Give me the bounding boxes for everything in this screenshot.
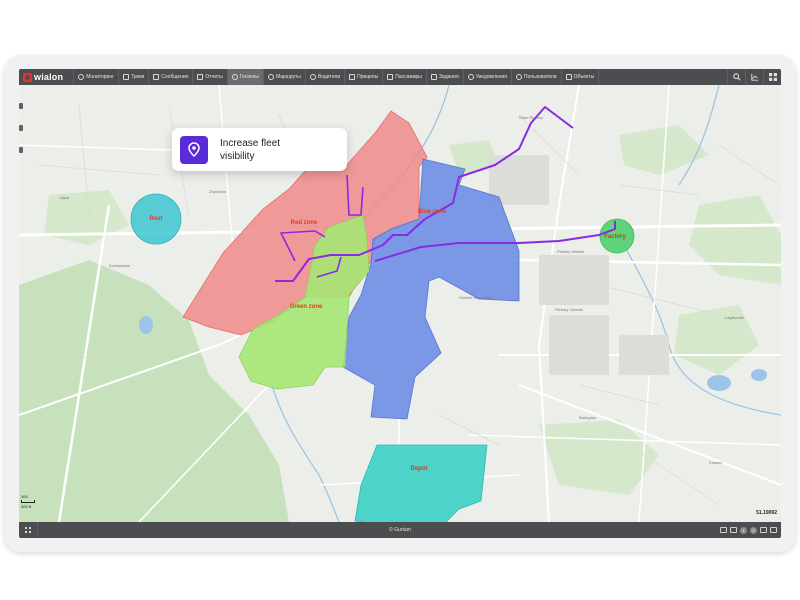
nav-item-reports[interactable]: Отчеты	[193, 69, 228, 85]
document-icon	[153, 74, 160, 80]
logo-text: wialon	[34, 72, 64, 82]
search-icon	[732, 73, 741, 81]
nav-item-passengers[interactable]: Пассажиры	[383, 69, 427, 85]
nav-item-trailers[interactable]: Прицепы	[345, 69, 384, 85]
nav-item-label: Водители	[317, 74, 341, 80]
zoom-in-icon[interactable]	[19, 103, 23, 109]
grid-menu-icon	[25, 527, 31, 533]
wialon-logo-icon	[23, 72, 32, 82]
vehicle-icon	[565, 74, 572, 80]
nav-item-label: Задания	[438, 74, 459, 80]
nav-item-label: Геозоны	[239, 74, 259, 80]
layers-icon[interactable]	[730, 527, 737, 533]
flag-icon	[122, 74, 129, 80]
nav-item-notifications[interactable]: Уведомления	[464, 69, 512, 85]
nav-item-monitoring[interactable]: Мониторинг	[74, 69, 119, 85]
nav-item-label: Прицепы	[357, 74, 379, 80]
nav-item-users[interactable]: Пользователи	[512, 69, 562, 85]
nav-item-label: Пользователи	[523, 74, 557, 80]
globe-icon	[78, 74, 85, 80]
nav-item-label: Отчеты	[205, 74, 223, 80]
bottom-status-bar: © Gurtam 1 2	[19, 522, 781, 538]
place-label: Barłogów	[579, 415, 596, 420]
coordinates-readout: 51.19092	[756, 510, 777, 516]
copyright-text: © Gurtam	[389, 527, 411, 533]
passenger-icon	[387, 74, 394, 80]
place-label: Piekary Osiedle	[555, 307, 584, 312]
notification-icon	[467, 74, 474, 80]
zone-label-factory: Factory	[604, 234, 626, 240]
task-icon	[430, 74, 437, 80]
chart-button[interactable]	[745, 69, 763, 85]
zone-label-green: Green zone	[289, 304, 323, 310]
top-right-tools	[727, 69, 781, 85]
device-frame: wialon Мониторинг Треки Сообщения Отчеты…	[4, 55, 796, 552]
users-icon	[515, 74, 522, 80]
nav-item-tracks[interactable]: Треки	[119, 69, 150, 85]
callout-icon-box	[180, 135, 208, 164]
place-label: Piekary Wielkie	[557, 249, 585, 254]
zone-label-blue: Blue zone	[417, 209, 447, 215]
place-label: Kurdwanów	[109, 263, 130, 268]
map-canvas[interactable]: Stare Piekary Piekary Wielkie Piekary Os…	[19, 85, 781, 522]
scale-label-top: 300	[21, 494, 28, 499]
ruler-icon[interactable]	[19, 147, 23, 153]
location-pin-icon	[188, 142, 200, 157]
notification-badge[interactable]: 1	[740, 526, 747, 534]
place-label: Stare Piekary	[519, 115, 544, 120]
nav-item-label: Пассажиры	[395, 74, 422, 80]
place-label: Kostrze	[709, 460, 723, 465]
nav-item-label: Маршруты	[275, 74, 301, 80]
callout-text: Increase fleet visibility	[220, 137, 281, 162]
place-label: Zbydniów	[209, 189, 227, 194]
chart-icon	[750, 73, 758, 81]
zone-label-rest: Rest	[149, 216, 163, 222]
driver-icon	[309, 74, 316, 80]
trailer-icon	[349, 74, 356, 80]
nav-item-label: Уведомления	[475, 74, 507, 80]
user-icon[interactable]	[770, 527, 777, 533]
bottom-right-tools: 1 2	[720, 526, 781, 534]
scale-label-bottom: 300 ft	[21, 504, 32, 509]
events-badge[interactable]: 2	[750, 526, 757, 534]
nav-item-label: Сообщения	[161, 74, 189, 80]
zone-label-red: Red zone	[290, 220, 318, 226]
search-button[interactable]	[727, 69, 745, 85]
messages-icon[interactable]	[720, 527, 727, 533]
apps-button[interactable]	[763, 69, 781, 85]
place-label: Osiedle Marszałka	[459, 295, 492, 300]
map-scale: 300 300 ft	[21, 493, 35, 510]
app-screen: wialon Мониторинг Треки Сообщения Отчеты…	[19, 69, 781, 538]
map-left-toolbar	[19, 103, 26, 153]
settings-icon[interactable]	[760, 527, 767, 533]
nav-item-geofences[interactable]: Геозоны	[227, 69, 264, 85]
nav-item-tasks[interactable]: Задания	[427, 69, 464, 85]
zoom-out-icon[interactable]	[19, 125, 23, 131]
map-layer	[19, 85, 781, 522]
report-icon	[197, 74, 204, 80]
nav-item-drivers[interactable]: Водители	[306, 69, 346, 85]
top-navigation-bar: wialon Мониторинг Треки Сообщения Отчеты…	[19, 69, 781, 85]
nav-item-messages[interactable]: Сообщения	[149, 69, 194, 85]
geofence-icon	[231, 74, 238, 80]
zone-label-depot: Depot	[410, 466, 428, 472]
nav-item-routes[interactable]: Маршруты	[264, 69, 306, 85]
place-label: Łagiewniki	[725, 315, 744, 320]
nav-item-units[interactable]: Объекты	[562, 69, 600, 85]
nav-item-label: Мониторинг	[86, 74, 114, 80]
menu-button[interactable]	[19, 522, 38, 538]
app-logo[interactable]: wialon	[19, 69, 75, 85]
nav-item-label: Треки	[130, 74, 145, 80]
nav-item-label: Объекты	[573, 74, 595, 80]
route-icon	[267, 74, 274, 80]
place-label: Ujazd	[59, 195, 70, 200]
apps-icon	[768, 73, 777, 81]
feature-callout: Increase fleet visibility	[172, 128, 347, 171]
